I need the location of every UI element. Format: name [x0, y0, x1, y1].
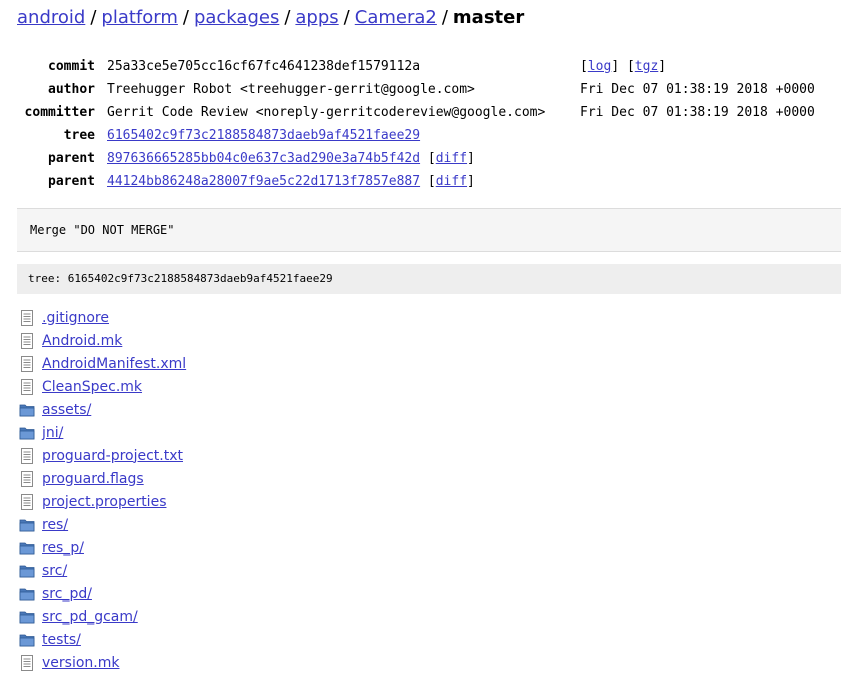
folder-icon [19, 632, 35, 648]
committer-label: committer [24, 105, 95, 120]
file-list-item: assets/ [19, 398, 186, 421]
file-list-item: CleanSpec.mk [19, 375, 186, 398]
author-date: Fri Dec 07 01:38:19 2018 +0000 [580, 82, 815, 97]
bracket: [ [580, 59, 588, 74]
file-list-item: res/ [19, 513, 186, 536]
breadcrumb-link-android[interactable]: android [17, 7, 85, 28]
parent-row: parent 897636665285bb04c0e637c3ad290e3a7… [0, 147, 815, 170]
bracket: [ [427, 151, 436, 166]
file-list: .gitignore Android.mk AndroidManifest.xml C… [19, 306, 186, 674]
file-link[interactable]: project.properties [42, 494, 166, 510]
file-icon [19, 378, 35, 395]
file-list-item: tests/ [19, 628, 186, 651]
committer-date: Fri Dec 07 01:38:19 2018 +0000 [580, 105, 815, 120]
folder-icon [19, 425, 35, 441]
folder-link[interactable]: jni/ [42, 425, 63, 441]
breadcrumb-current: master [452, 7, 525, 28]
commit-hash: 25a33ce5e705cc16cf67fc4641238def1579112a [107, 59, 421, 74]
file-list-item: src/ [19, 559, 186, 582]
breadcrumb-separator: / [441, 7, 448, 28]
breadcrumb-separator: / [284, 7, 291, 28]
folder-icon [19, 609, 35, 625]
author-row: author Treehugger Robot <treehugger-gerr… [0, 78, 815, 101]
folder-icon [19, 540, 35, 556]
parent-hash-link[interactable]: 44124bb86248a28007f9ae5c22d1713f7857e887 [107, 174, 420, 189]
bracket: ] [611, 59, 620, 74]
file-list-item: version.mk [19, 651, 186, 674]
file-link[interactable]: version.mk [42, 655, 119, 671]
file-list-item: jni/ [19, 421, 186, 444]
bracket: [ [427, 174, 436, 189]
diff-link[interactable]: diff [436, 151, 467, 166]
breadcrumb-link-camera2[interactable]: Camera2 [355, 7, 437, 28]
commit-message: Merge "DO NOT MERGE" [17, 208, 841, 252]
commit-metadata: commit 25a33ce5e705cc16cf67fc4641238def1… [0, 55, 815, 193]
file-list-item: proguard.flags [19, 467, 186, 490]
breadcrumb-link-packages[interactable]: packages [194, 7, 279, 28]
breadcrumb: android / platform / packages / apps / Camera2/m… [17, 7, 524, 28]
file-icon [19, 493, 35, 510]
bracket: ] [658, 59, 667, 74]
breadcrumb-separator: / [182, 7, 189, 28]
folder-link[interactable]: src_pd/ [42, 586, 92, 602]
file-list-item: AndroidManifest.xml [19, 352, 186, 375]
author-value: Treehugger Robot <treehugger-gerrit@goog… [107, 82, 475, 97]
commit-links: [log] [tgz] [580, 55, 815, 78]
folder-link[interactable]: tests/ [42, 632, 81, 648]
log-link[interactable]: log [588, 59, 611, 74]
tree-header: tree: 6165402c9f73c2188584873daeb9af4521… [17, 264, 841, 294]
file-icon [19, 470, 35, 487]
file-link[interactable]: .gitignore [42, 310, 109, 326]
breadcrumb-separator: / [90, 7, 97, 28]
bracket: ] [467, 174, 475, 189]
committer-row: committer Gerrit Code Review <noreply-ge… [0, 101, 815, 124]
file-icon [19, 654, 35, 671]
parent-row: parent 44124bb86248a28007f9ae5c22d1713f7… [0, 170, 815, 193]
commit-label: commit [48, 59, 95, 74]
parent-label: parent [48, 151, 95, 166]
file-list-item: res_p/ [19, 536, 186, 559]
folder-icon [19, 563, 35, 579]
committer-value: Gerrit Code Review <noreply-gerritcodere… [107, 105, 546, 120]
file-list-item: src_pd_gcam/ [19, 605, 186, 628]
tree-label: tree [63, 128, 95, 143]
folder-link[interactable]: assets/ [42, 402, 91, 418]
file-link[interactable]: proguard-project.txt [42, 448, 183, 464]
file-list-item: proguard-project.txt [19, 444, 186, 467]
file-list-item: .gitignore [19, 306, 186, 329]
file-link[interactable]: AndroidManifest.xml [42, 356, 186, 372]
parent-hash-link[interactable]: 897636665285bb04c0e637c3ad290e3a74b5f42d [107, 151, 420, 166]
breadcrumb-link-platform[interactable]: platform [101, 7, 177, 28]
folder-icon [19, 586, 35, 602]
file-list-item: Android.mk [19, 329, 186, 352]
folder-link[interactable]: res_p/ [42, 540, 84, 556]
tgz-link[interactable]: tgz [635, 59, 658, 74]
file-list-item: project.properties [19, 490, 186, 513]
breadcrumb-link-apps[interactable]: apps [295, 7, 338, 28]
folder-icon [19, 402, 35, 418]
folder-icon [19, 517, 35, 533]
file-icon [19, 332, 35, 349]
folder-link[interactable]: src/ [42, 563, 67, 579]
folder-link[interactable]: src_pd_gcam/ [42, 609, 138, 625]
file-icon [19, 309, 35, 326]
file-link[interactable]: proguard.flags [42, 471, 144, 487]
file-link[interactable]: CleanSpec.mk [42, 379, 142, 395]
file-list-item: src_pd/ [19, 582, 186, 605]
commit-row: commit 25a33ce5e705cc16cf67fc4641238def1… [0, 55, 815, 78]
breadcrumb-separator: / [343, 7, 350, 28]
parent-label: parent [48, 174, 95, 189]
file-icon [19, 355, 35, 372]
bracket: [ [626, 59, 635, 74]
tree-row: tree 6165402c9f73c2188584873daeb9af4521f… [0, 124, 815, 147]
diff-link[interactable]: diff [436, 174, 467, 189]
file-link[interactable]: Android.mk [42, 333, 122, 349]
tree-hash-link[interactable]: 6165402c9f73c2188584873daeb9af4521faee29 [107, 128, 420, 143]
file-icon [19, 447, 35, 464]
author-label: author [48, 82, 95, 97]
bracket: ] [467, 151, 475, 166]
folder-link[interactable]: res/ [42, 517, 68, 533]
